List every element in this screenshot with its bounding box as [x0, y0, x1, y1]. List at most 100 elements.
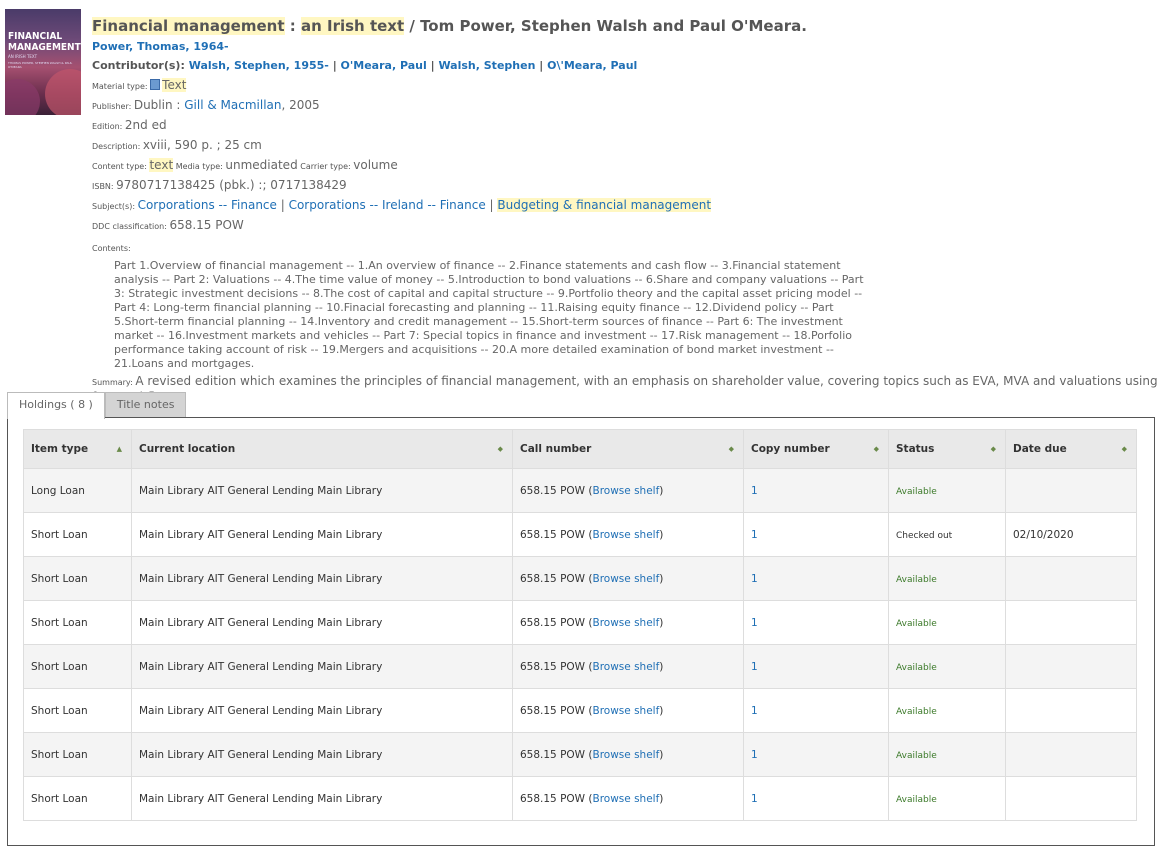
cell-location: Main Library AIT General Lending Main Li… — [131, 556, 513, 601]
browse-shelf-link[interactable]: Browse shelf — [593, 617, 660, 629]
author-link[interactable]: Power, Thomas, 1964- — [92, 40, 229, 53]
cell-location: Main Library AIT General Lending Main Li… — [131, 468, 513, 513]
cell-date-due — [1005, 644, 1137, 689]
col-copy-number[interactable]: Copy number ◆ — [743, 429, 889, 469]
browse-shelf-link[interactable]: Browse shelf — [593, 749, 660, 761]
table-row: Long Loan Main Library AIT General Lendin… — [23, 468, 1137, 513]
record-title: Financial management : an Irish text / T… — [92, 17, 807, 35]
cell-status: Available — [888, 600, 1006, 645]
cell-date-due — [1005, 468, 1137, 513]
cell-status: Available — [888, 644, 1006, 689]
cell-status: Checked out — [888, 512, 1006, 557]
cell-copy-number: 1 — [743, 556, 889, 601]
col-date-due[interactable]: Date due ◆ — [1005, 429, 1137, 469]
cell-copy-number: 1 — [743, 512, 889, 557]
sort-asc-icon: ▲ — [116, 445, 122, 453]
cell-item-type: Short Loan — [23, 732, 132, 777]
material-type: Material type: Text — [92, 78, 187, 92]
sort-icon: ◆ — [990, 445, 996, 453]
summary: Summary: A revised edition which examine… — [92, 374, 1158, 404]
contributor-link[interactable]: Walsh, Stephen — [438, 59, 535, 72]
table-row: Short Loan Main Library AIT General Lendi… — [23, 556, 1137, 601]
cell-status: Available — [888, 556, 1006, 601]
table-row: Short Loan Main Library AIT General Lendi… — [23, 776, 1137, 821]
browse-shelf-link[interactable]: Browse shelf — [593, 705, 660, 717]
col-current-location[interactable]: Current location ◆ — [131, 429, 513, 469]
subjects: Subject(s): Corporations -- Finance | Co… — [92, 198, 712, 212]
table-row: Short Loan Main Library AIT General Lendi… — [23, 644, 1137, 689]
record-details: Financial management : an Irish text / T… — [92, 17, 1162, 404]
cell-call-number: 658.15 POW (Browse shelf) — [512, 776, 744, 821]
cell-copy-number: 1 — [743, 688, 889, 733]
col-status[interactable]: Status ◆ — [888, 429, 1006, 469]
subject-link[interactable]: Budgeting & financial management — [497, 198, 712, 212]
cover-subtitle: AN IRISH TEXT — [8, 54, 38, 59]
table-row: Short Loan Main Library AIT General Lendi… — [23, 688, 1137, 733]
browse-shelf-link[interactable]: Browse shelf — [593, 793, 660, 805]
cell-call-number: 658.15 POW (Browse shelf) — [512, 688, 744, 733]
cell-item-type: Short Loan — [23, 688, 132, 733]
cell-copy-number: 1 — [743, 468, 889, 513]
content-media-carrier: Content type: text Media type: unmediate… — [92, 158, 398, 172]
cover-decoration — [5, 79, 40, 115]
title-subtitle: an Irish text — [300, 17, 405, 35]
table-row: Short Loan Main Library AIT General Lendi… — [23, 512, 1137, 557]
cell-location: Main Library AIT General Lending Main Li… — [131, 512, 513, 557]
contents: Contents: Part 1.Overview of financial m… — [92, 240, 1162, 371]
contributor-link[interactable]: O'Meara, Paul — [341, 59, 427, 72]
cell-item-type: Short Loan — [23, 556, 132, 601]
cell-date-due — [1005, 600, 1137, 645]
title-responsibility: / Tom Power, Stephen Walsh and Paul O'Me… — [404, 17, 807, 35]
table-row: Short Loan Main Library AIT General Lendi… — [23, 600, 1137, 645]
cover-decoration — [45, 69, 81, 115]
ddc-classification: DDC classification: 658.15 POW — [92, 218, 244, 232]
tab-holdings[interactable]: Holdings ( 8 ) — [7, 392, 105, 419]
cell-item-type: Short Loan — [23, 776, 132, 821]
sort-icon: ◆ — [873, 445, 879, 453]
sort-icon: ◆ — [497, 445, 503, 453]
browse-shelf-link[interactable]: Browse shelf — [593, 573, 660, 585]
cell-item-type: Short Loan — [23, 512, 132, 557]
cell-item-type: Short Loan — [23, 600, 132, 645]
cell-location: Main Library AIT General Lending Main Li… — [131, 644, 513, 689]
cell-call-number: 658.15 POW (Browse shelf) — [512, 732, 744, 777]
publisher: Publisher: Dublin : Gill & Macmillan, 20… — [92, 98, 320, 112]
sort-icon: ◆ — [1121, 445, 1127, 453]
col-item-type[interactable]: Item type ▲ — [23, 429, 132, 469]
cell-location: Main Library AIT General Lending Main Li… — [131, 600, 513, 645]
browse-shelf-link[interactable]: Browse shelf — [593, 529, 660, 541]
holdings-table: Item type ▲ Current location ◆ Call number… — [23, 429, 1137, 821]
holdings-panel: Item type ▲ Current location ◆ Call number… — [7, 417, 1155, 846]
cell-copy-number: 1 — [743, 600, 889, 645]
browse-shelf-link[interactable]: Browse shelf — [593, 485, 660, 497]
cover-title: FINANCIAL MANAGEMENT — [8, 31, 81, 53]
cell-call-number: 658.15 POW (Browse shelf) — [512, 600, 744, 645]
publisher-link[interactable]: Gill & Macmillan — [184, 98, 281, 112]
cell-call-number: 658.15 POW (Browse shelf) — [512, 512, 744, 557]
col-call-number[interactable]: Call number ◆ — [512, 429, 744, 469]
cell-copy-number: 1 — [743, 644, 889, 689]
cell-item-type: Long Loan — [23, 468, 132, 513]
text-material-icon — [150, 79, 161, 90]
cell-date-due: 02/10/2020 — [1005, 512, 1137, 557]
cell-date-due — [1005, 732, 1137, 777]
cell-date-due — [1005, 556, 1137, 601]
record-tabs: Holdings ( 8 ) Title notes — [7, 392, 187, 419]
cell-copy-number: 1 — [743, 732, 889, 777]
subject-link[interactable]: Corporations -- Ireland -- Finance — [289, 198, 486, 212]
browse-shelf-link[interactable]: Browse shelf — [593, 661, 660, 673]
contributors: Contributor(s): Walsh, Stephen, 1955- | … — [92, 59, 638, 72]
cell-location: Main Library AIT General Lending Main Li… — [131, 732, 513, 777]
edition: Edition: 2nd ed — [92, 118, 167, 132]
contents-text: Part 1.Overview of financial management … — [114, 259, 864, 370]
subject-link[interactable]: Corporations -- Finance — [138, 198, 277, 212]
contributor-link[interactable]: Walsh, Stephen, 1955- — [189, 59, 329, 72]
title-main: Financial management — [92, 17, 285, 35]
tab-title-notes[interactable]: Title notes — [104, 392, 187, 417]
contributor-link[interactable]: O\'Meara, Paul — [547, 59, 637, 72]
cell-call-number: 658.15 POW (Browse shelf) — [512, 468, 744, 513]
cell-status: Available — [888, 776, 1006, 821]
cell-call-number: 658.15 POW (Browse shelf) — [512, 644, 744, 689]
book-cover-image[interactable]: FINANCIAL MANAGEMENT AN IRISH TEXT THOMAS… — [5, 9, 81, 115]
description: Description: xviii, 590 p. ; 25 cm — [92, 138, 262, 152]
